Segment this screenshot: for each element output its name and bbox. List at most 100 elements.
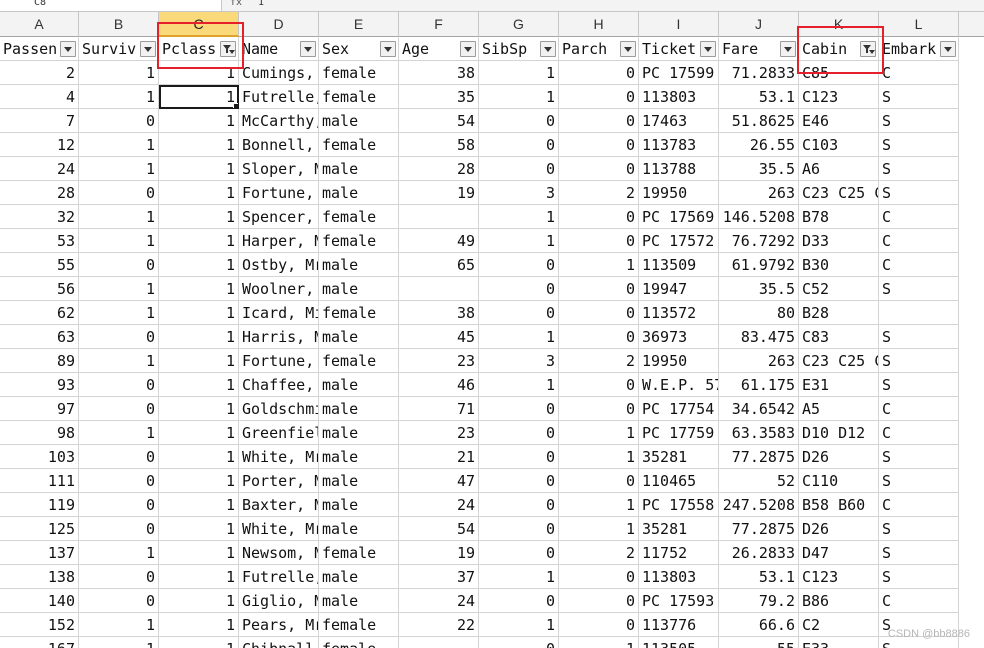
table-cell[interactable]: 1 [159, 421, 239, 445]
table-cell[interactable]: 37 [399, 565, 479, 589]
column-letter-l[interactable]: L [879, 12, 959, 37]
table-cell[interactable]: 19947 [639, 277, 719, 301]
table-cell[interactable]: 1 [479, 61, 559, 85]
table-cell[interactable]: 0 [79, 469, 159, 493]
table-cell[interactable]: 26.2833 [719, 541, 799, 565]
table-cell[interactable]: 23 [399, 349, 479, 373]
table-cell[interactable]: 0 [559, 157, 639, 181]
table-cell[interactable]: 32 [0, 205, 79, 229]
table-cell[interactable]: Pears, Mr [239, 613, 319, 637]
column-letter-h[interactable]: H [559, 12, 639, 37]
table-cell[interactable]: 34.6542 [719, 397, 799, 421]
table-cell[interactable]: 63.3583 [719, 421, 799, 445]
table-cell[interactable]: Giglio, M [239, 589, 319, 613]
filter-dropdown-icon[interactable] [300, 41, 316, 57]
table-cell[interactable]: 7 [0, 109, 79, 133]
table-cell[interactable]: C [879, 253, 959, 277]
filter-active-icon[interactable] [860, 41, 876, 57]
table-cell[interactable]: White, Mr [239, 445, 319, 469]
table-cell[interactable]: 0 [479, 133, 559, 157]
table-cell[interactable]: 28 [0, 181, 79, 205]
table-cell[interactable]: 0 [559, 565, 639, 589]
table-cell[interactable]: S [879, 133, 959, 157]
table-cell[interactable]: 110465 [639, 469, 719, 493]
table-cell[interactable]: A6 [799, 157, 879, 181]
table-cell[interactable]: 61.9792 [719, 253, 799, 277]
table-cell[interactable]: PC 17572 [639, 229, 719, 253]
table-cell[interactable]: 103 [0, 445, 79, 469]
table-cell[interactable]: B78 [799, 205, 879, 229]
table-cell[interactable]: 1 [159, 445, 239, 469]
table-cell[interactable]: 1 [159, 133, 239, 157]
table-cell[interactable]: 65 [399, 253, 479, 277]
table-cell[interactable]: 21 [399, 445, 479, 469]
table-cell[interactable]: 2 [0, 61, 79, 85]
table-cell[interactable]: S [879, 373, 959, 397]
table-cell[interactable]: male [319, 181, 399, 205]
table-cell[interactable]: 35 [399, 85, 479, 109]
table-cell[interactable]: D33 [799, 229, 879, 253]
table-cell[interactable]: 98 [0, 421, 79, 445]
column-letter-c[interactable]: C [159, 12, 239, 37]
table-cell[interactable]: male [319, 445, 399, 469]
table-cell[interactable]: 167 [0, 637, 79, 648]
table-cell[interactable]: 35281 [639, 445, 719, 469]
table-cell[interactable]: 1 [79, 349, 159, 373]
table-cell[interactable]: E46 [799, 109, 879, 133]
table-cell[interactable]: S [879, 517, 959, 541]
filter-dropdown-icon[interactable] [460, 41, 476, 57]
table-cell[interactable]: C123 [799, 85, 879, 109]
table-cell[interactable]: 1 [559, 637, 639, 648]
table-cell[interactable]: 1 [79, 229, 159, 253]
table-cell[interactable]: 0 [479, 445, 559, 469]
table-cell[interactable]: 0 [479, 253, 559, 277]
table-cell[interactable]: Chibnall, [239, 637, 319, 648]
table-cell[interactable]: 53 [0, 229, 79, 253]
table-cell[interactable]: 38 [399, 61, 479, 85]
table-cell[interactable]: 1 [79, 421, 159, 445]
table-cell[interactable]: 28 [399, 157, 479, 181]
table-cell[interactable]: Porter, M [239, 469, 319, 493]
selected-cell[interactable]: 1 [159, 85, 239, 109]
table-cell[interactable] [399, 277, 479, 301]
table-cell[interactable]: male [319, 157, 399, 181]
table-cell[interactable]: 0 [559, 301, 639, 325]
table-cell[interactable]: 54 [399, 517, 479, 541]
filter-active-icon[interactable] [220, 41, 236, 57]
table-cell[interactable]: 0 [479, 541, 559, 565]
table-cell[interactable]: D10 D12 [799, 421, 879, 445]
table-cell[interactable]: 38 [399, 301, 479, 325]
table-cell[interactable]: 51.8625 [719, 109, 799, 133]
table-cell[interactable]: 1 [159, 469, 239, 493]
table-cell[interactable]: 54 [399, 109, 479, 133]
table-cell[interactable]: 0 [79, 181, 159, 205]
table-cell[interactable]: C123 [799, 565, 879, 589]
table-cell[interactable]: 1 [79, 157, 159, 181]
table-cell[interactable]: C85 [799, 61, 879, 85]
table-cell[interactable]: Newsom, M [239, 541, 319, 565]
table-cell[interactable]: Greenfiel [239, 421, 319, 445]
table-cell[interactable]: 0 [479, 277, 559, 301]
table-cell[interactable]: 1 [159, 613, 239, 637]
table-cell[interactable]: 1 [159, 349, 239, 373]
table-cell[interactable]: 24 [399, 493, 479, 517]
header-cell-pclass[interactable]: Pclass [159, 37, 239, 61]
table-cell[interactable]: 1 [559, 445, 639, 469]
table-cell[interactable]: 119 [0, 493, 79, 517]
table-cell[interactable]: female [319, 301, 399, 325]
table-cell[interactable]: 80 [719, 301, 799, 325]
filter-dropdown-icon[interactable] [140, 41, 156, 57]
filter-dropdown-icon[interactable] [620, 41, 636, 57]
table-cell[interactable]: E31 [799, 373, 879, 397]
table-cell[interactable]: 113803 [639, 85, 719, 109]
table-cell[interactable]: male [319, 277, 399, 301]
table-cell[interactable]: 1 [559, 493, 639, 517]
table-cell[interactable]: 0 [559, 205, 639, 229]
table-cell[interactable]: 19 [399, 541, 479, 565]
table-cell[interactable]: 24 [0, 157, 79, 181]
table-cell[interactable]: 125 [0, 517, 79, 541]
table-cell[interactable]: 1 [79, 277, 159, 301]
table-cell[interactable]: PC 17593 [639, 589, 719, 613]
table-cell[interactable]: 1 [479, 565, 559, 589]
header-cell-embark[interactable]: Embark [879, 37, 959, 61]
